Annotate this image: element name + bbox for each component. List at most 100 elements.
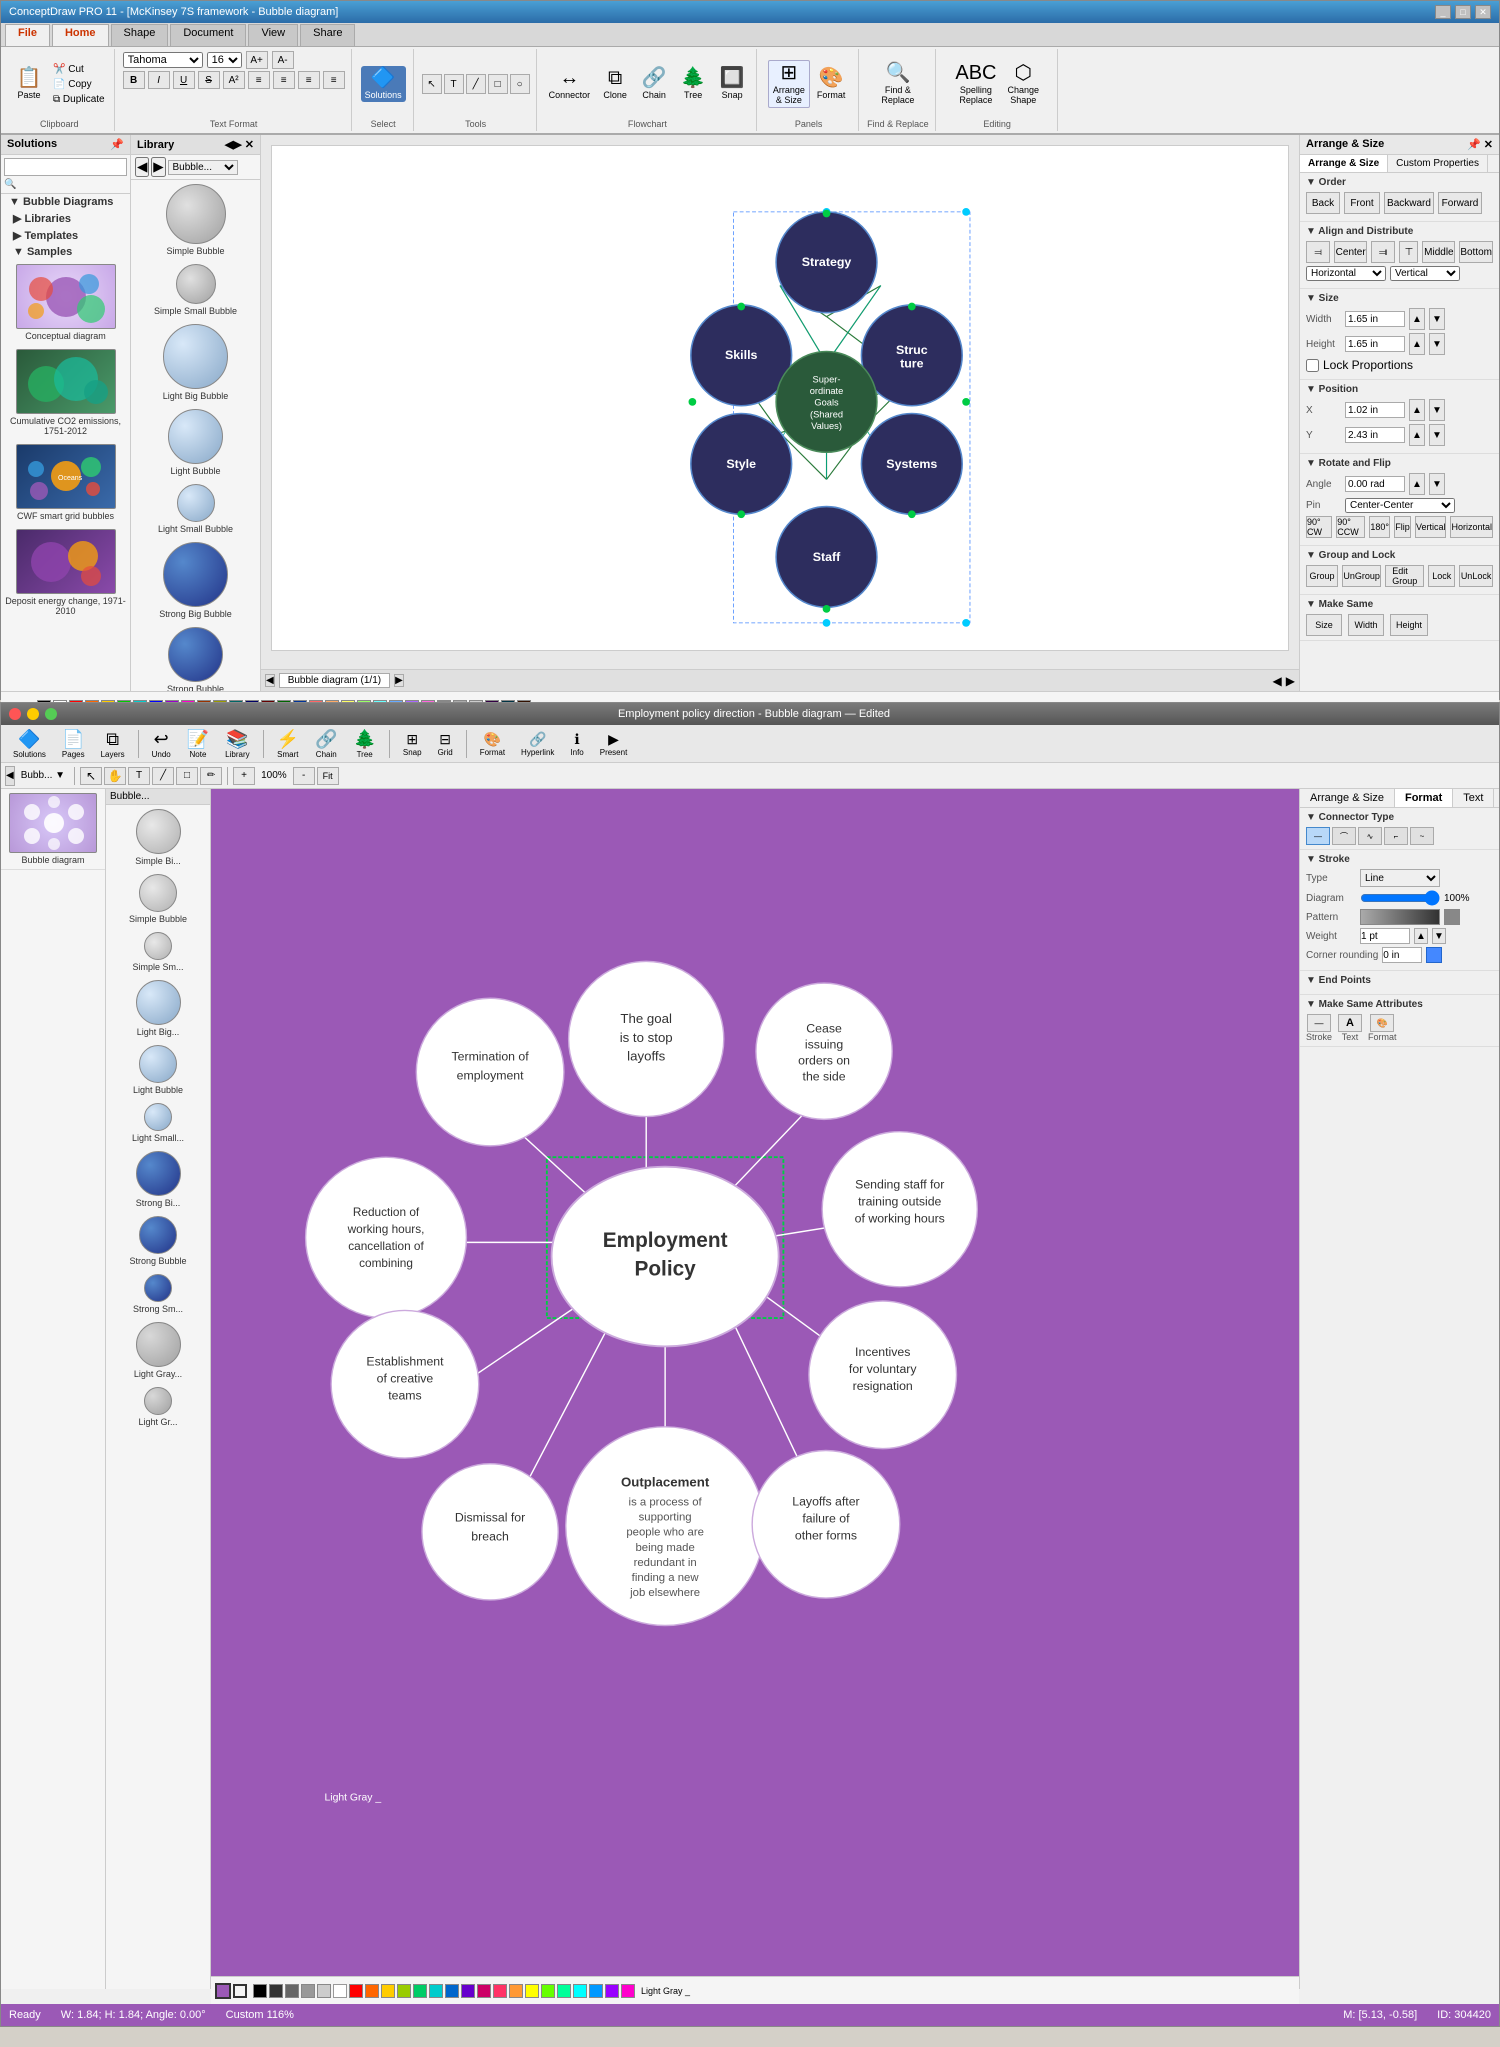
- library-light-bubble[interactable]: Light Bubble: [131, 405, 260, 480]
- make-same-height-btn[interactable]: Height: [1390, 614, 1428, 636]
- select-tool-btn[interactable]: ↖: [80, 767, 102, 785]
- bot-color-4[interactable]: [301, 1984, 315, 1998]
- conn-direct[interactable]: —: [1306, 827, 1330, 845]
- height-down-btn[interactable]: ▼: [1429, 333, 1445, 355]
- x-up-btn[interactable]: ▲: [1409, 399, 1425, 421]
- bot-color-7[interactable]: [349, 1984, 363, 1998]
- text-tool-btn[interactable]: T: [444, 74, 464, 94]
- bubble-type-select[interactable]: Bubble...: [168, 160, 238, 175]
- width-up-btn[interactable]: ▲: [1409, 308, 1425, 330]
- underline-btn[interactable]: U: [173, 71, 195, 89]
- bottom-tab-arrange[interactable]: Arrange & Size: [1300, 789, 1395, 807]
- make-same-width-btn[interactable]: Width: [1348, 614, 1384, 636]
- find-replace-button[interactable]: 🔍 Find &Replace: [877, 61, 918, 107]
- make-same-text-btn[interactable]: A Text: [1338, 1014, 1362, 1042]
- align-left-btn[interactable]: ⫤: [1306, 241, 1330, 263]
- format-button[interactable]: 🎨 Format: [813, 66, 850, 102]
- y-down-btn[interactable]: ▼: [1429, 424, 1445, 446]
- lock-proportions-checkbox[interactable]: [1306, 359, 1319, 372]
- hand-tool-btn[interactable]: ✋: [104, 767, 126, 785]
- current-color-fill[interactable]: [215, 1983, 231, 1999]
- bottom-canvas[interactable]: Employment Policy Termination of employm…: [211, 789, 1299, 1989]
- sample-co2[interactable]: Cumulative CO2 emissions, 1751-2012: [1, 345, 130, 440]
- paste-button[interactable]: 📋 Paste: [11, 66, 47, 102]
- bottom-simple-bi[interactable]: Simple Bi...: [106, 805, 210, 870]
- sidebar-item-libraries[interactable]: ▶ Libraries: [1, 210, 130, 227]
- weight-up-btn[interactable]: ▲: [1414, 928, 1428, 944]
- library-simple-small-bubble[interactable]: Simple Small Bubble: [131, 260, 260, 320]
- bot-color-24[interactable]: [621, 1984, 635, 1998]
- traffic-light-green[interactable]: [45, 708, 57, 720]
- make-same-size-btn[interactable]: Size: [1306, 614, 1342, 636]
- bot-color-14[interactable]: [461, 1984, 475, 1998]
- bot-color-17[interactable]: [509, 1984, 523, 1998]
- vertical-align-select[interactable]: Vertical: [1390, 266, 1460, 281]
- bot-color-23[interactable]: [605, 1984, 619, 1998]
- angle-input[interactable]: [1345, 476, 1405, 492]
- bot-color-13[interactable]: [445, 1984, 459, 1998]
- align-center-btn[interactable]: ≡: [273, 71, 295, 89]
- strikethrough-btn[interactable]: S: [198, 71, 220, 89]
- tab-file[interactable]: File: [5, 24, 50, 46]
- bot-color-15[interactable]: [477, 1984, 491, 1998]
- lib-nav-prev[interactable]: ◀: [135, 157, 149, 177]
- sidebar-item-samples[interactable]: ▼ Samples: [1, 244, 130, 260]
- flip-horizontal-btn[interactable]: Horizontal: [1450, 516, 1493, 538]
- unlock-btn[interactable]: UnLock: [1459, 565, 1493, 587]
- library-simple-bubble[interactable]: Simple Bubble: [131, 180, 260, 260]
- bottom-light-small[interactable]: Light Small...: [106, 1099, 210, 1147]
- conn-arc[interactable]: ⌒: [1332, 827, 1356, 845]
- angle-down-btn[interactable]: ▼: [1429, 473, 1445, 495]
- bot-color-3[interactable]: [285, 1984, 299, 1998]
- bold-btn[interactable]: B: [123, 71, 145, 89]
- minimize-btn[interactable]: _: [1435, 5, 1451, 19]
- font-select[interactable]: Tahoma: [123, 52, 203, 68]
- library-strong-bubble[interactable]: Strong Bubble: [131, 623, 260, 691]
- bot-color-16[interactable]: [493, 1984, 507, 1998]
- tab-shape[interactable]: Shape: [111, 24, 169, 46]
- nav-back-btn[interactable]: ◀: [5, 766, 15, 786]
- sidebar-item-bubble-diagrams[interactable]: ▼ Bubble Diagrams: [1, 194, 130, 210]
- zoom-in-btn[interactable]: +: [233, 767, 255, 785]
- traffic-light-yellow[interactable]: [27, 708, 39, 720]
- tab-share[interactable]: Share: [300, 24, 355, 46]
- bot-color-9[interactable]: [381, 1984, 395, 1998]
- conn-bezier[interactable]: ∿: [1358, 827, 1382, 845]
- bottom-simple-sm[interactable]: Simple Sm...: [106, 928, 210, 976]
- page-nav-next[interactable]: ▶: [394, 674, 404, 687]
- tab-home[interactable]: Home: [52, 24, 109, 46]
- connector-button[interactable]: ↔ Connector: [545, 66, 595, 102]
- line-tool-btn[interactable]: ╱: [466, 74, 486, 94]
- page-nav-prev[interactable]: ◀: [265, 674, 275, 687]
- library-strong-big-bubble[interactable]: Strong Big Bubble: [131, 538, 260, 623]
- y-input[interactable]: [1345, 427, 1405, 443]
- bot-color-21[interactable]: [573, 1984, 587, 1998]
- bot-color-11[interactable]: [413, 1984, 427, 1998]
- order-forward-btn[interactable]: Forward: [1438, 192, 1482, 214]
- pages-btn[interactable]: 📄 Pages: [56, 727, 91, 761]
- weight-down-btn[interactable]: ▼: [1432, 928, 1446, 944]
- sample-conceptual[interactable]: Conceptual diagram: [1, 260, 130, 345]
- tree-btn-bottom[interactable]: 🌲 Tree: [347, 727, 381, 761]
- bottom-light-big[interactable]: Light Big...: [106, 976, 210, 1041]
- bot-color-18[interactable]: [525, 1984, 539, 1998]
- spelling-button[interactable]: ABC SpellingReplace: [951, 61, 1000, 107]
- page-scroll-left[interactable]: ◀: [1273, 674, 1282, 688]
- circle-tool-btn[interactable]: ○: [510, 74, 530, 94]
- solutions-panel-pin[interactable]: 📌: [110, 138, 124, 151]
- bot-color-10[interactable]: [397, 1984, 411, 1998]
- bottom-light-gray[interactable]: Light Gray...: [106, 1318, 210, 1383]
- stroke-type-select[interactable]: Line: [1360, 869, 1440, 887]
- rotate-90cw-btn[interactable]: 90° CW: [1306, 516, 1332, 538]
- bottom-light-bubble[interactable]: Light Bubble: [106, 1041, 210, 1099]
- library-light-big-bubble[interactable]: Light Big Bubble: [131, 320, 260, 405]
- align-center-btn[interactable]: Center: [1334, 241, 1367, 263]
- note-btn[interactable]: 📝 Note: [181, 727, 215, 761]
- edit-group-btn[interactable]: EditGroup: [1385, 565, 1424, 587]
- layers-btn[interactable]: ⧉ Layers: [95, 727, 131, 761]
- align-right-btn[interactable]: ≡: [298, 71, 320, 89]
- flip-btn[interactable]: Flip: [1394, 516, 1411, 538]
- bot-color-22[interactable]: [589, 1984, 603, 1998]
- traffic-light-red[interactable]: [9, 708, 21, 720]
- bottom-strong-bubble[interactable]: Strong Bubble: [106, 1212, 210, 1270]
